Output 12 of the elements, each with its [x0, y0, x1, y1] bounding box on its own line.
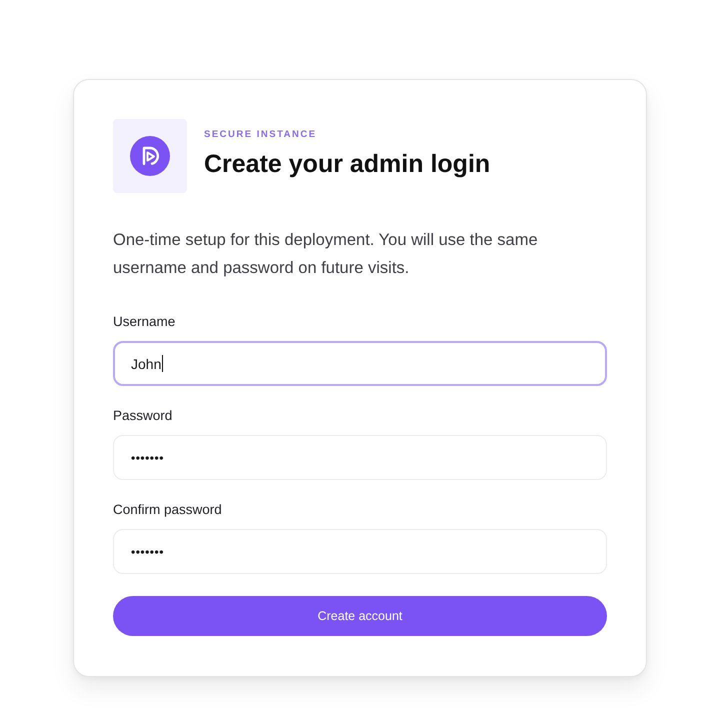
field-label: Password	[113, 407, 174, 425]
logo-icon	[113, 119, 187, 193]
text-cursor-icon	[162, 355, 164, 372]
page-title: Create your admin login	[204, 149, 490, 179]
password-field[interactable]: •••••••	[113, 435, 607, 480]
description-text: One-time setup for this deployment. You will use the same username and password on future visits.	[113, 230, 539, 279]
field-label: Confirm password	[113, 501, 223, 519]
create-account-button[interactable]: Create account	[113, 596, 607, 636]
eyebrow-text: SECURE INSTANCE	[204, 129, 318, 141]
username-field[interactable]: John	[113, 341, 607, 386]
password-field[interactable]: •••••••	[113, 529, 607, 574]
field-label: Username	[113, 313, 176, 331]
